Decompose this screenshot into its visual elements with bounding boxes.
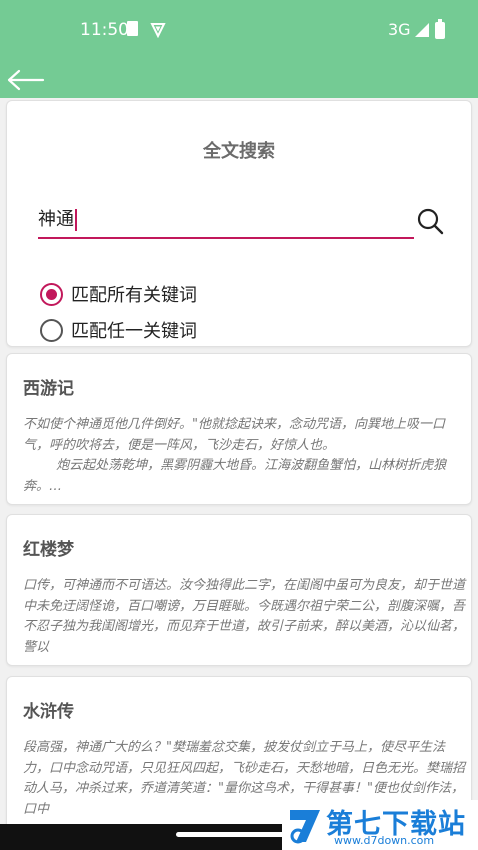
watermark-logo: 第七下载站 www.d7down.com — [282, 800, 478, 850]
search-panel: 全文搜索 神通 匹配所有关键词 匹配任一关键词 — [6, 100, 472, 347]
app-bar — [0, 62, 478, 98]
search-query-text: 神通 — [38, 209, 74, 230]
watermark-icon — [290, 810, 320, 844]
watermark-url: www.d7down.com — [334, 834, 435, 847]
match-any-label: 匹配任一关键词 — [71, 321, 197, 342]
signal-icon — [415, 23, 429, 37]
battery-icon — [435, 19, 445, 39]
result-card[interactable]: 红楼梦 口传，可神通而不可语达。汝今独得此二字，在闺阁中虽可为良友，却于世道中未… — [6, 514, 472, 666]
radio-unchecked-icon[interactable] — [40, 318, 63, 342]
result-book-title: 水浒传 — [23, 702, 74, 722]
search-icon[interactable] — [416, 207, 444, 235]
result-snippet: 不如使个神通觅他几件倒好。"他就捻起诀来，念动咒语，向巽地上吸一口气，呼的吹将去… — [23, 417, 447, 494]
text-cursor — [75, 209, 77, 231]
back-arrow-icon[interactable] — [5, 68, 47, 92]
network-type: 3G — [388, 20, 411, 39]
status-time: 11:50 — [80, 20, 129, 40]
radio-checked-icon[interactable] — [40, 282, 63, 306]
shield-icon — [150, 23, 166, 38]
match-any-option[interactable]: 匹配任一关键词 — [40, 317, 197, 343]
result-card[interactable]: 西游记 不如使个神通觅他几件倒好。"他就捻起诀来，念动咒语，向巽地上吸一口气，呼… — [6, 353, 472, 505]
status-bar: 11:50 3G — [0, 0, 478, 62]
sim-card-icon — [127, 21, 138, 36]
page-title: 全文搜索 — [203, 141, 275, 162]
result-book-title: 红楼梦 — [23, 540, 74, 560]
match-all-label: 匹配所有关键词 — [71, 285, 197, 306]
result-book-title: 西游记 — [23, 379, 74, 399]
match-all-option[interactable]: 匹配所有关键词 — [40, 281, 197, 307]
result-snippet: 口传，可神通而不可语达。汝今独得此二字，在闺阁中虽可为良友，却于世道中未免迂阔怪… — [23, 578, 466, 655]
search-input[interactable]: 神通 — [38, 205, 414, 239]
gesture-handle[interactable] — [176, 832, 296, 837]
